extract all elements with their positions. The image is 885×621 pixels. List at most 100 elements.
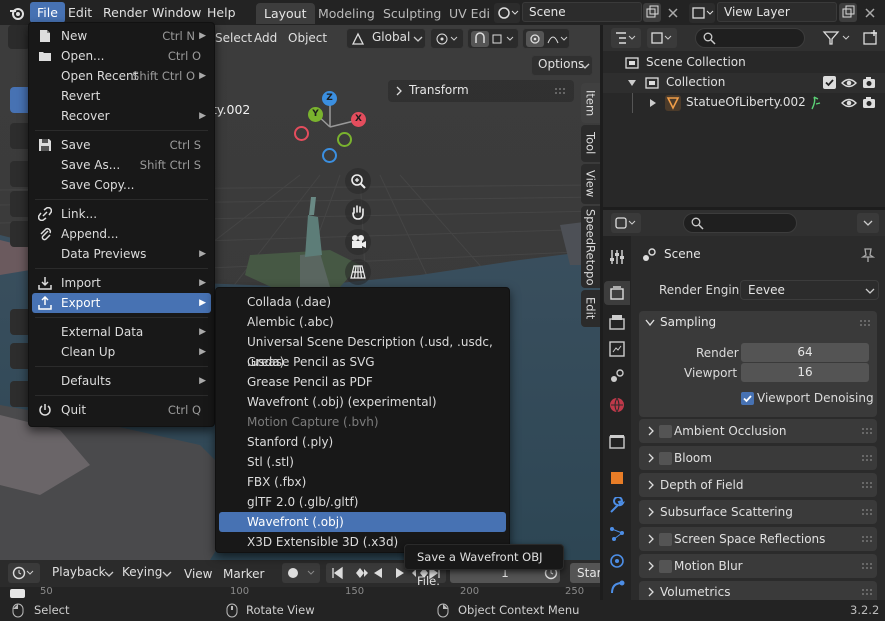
options-dropdown[interactable]: Options bbox=[531, 55, 593, 76]
menu-item-quit[interactable]: Quit Ctrl Q bbox=[32, 400, 211, 420]
expand-arrow-icon[interactable] bbox=[649, 98, 657, 108]
menu-item-external-data[interactable]: External Data ▶ bbox=[32, 322, 211, 342]
tab-modeling[interactable]: Modeling bbox=[310, 3, 383, 24]
menu-item-link[interactable]: Link... bbox=[32, 204, 211, 224]
viewport-samples-field[interactable]: 16 bbox=[741, 363, 869, 382]
menu-item-save-copy[interactable]: Save Copy... bbox=[32, 175, 211, 195]
playback-menu[interactable]: Playback bbox=[46, 563, 118, 583]
bloom-checkbox[interactable] bbox=[659, 452, 672, 465]
export-grease-pencil-pdf[interactable]: Grease Pencil as PDF bbox=[219, 372, 506, 392]
menu-edit[interactable]: Edit bbox=[61, 2, 99, 23]
sidebar-tab-item[interactable]: Item bbox=[581, 83, 600, 123]
view-layer-copy-icon[interactable] bbox=[839, 3, 857, 22]
export-fbx[interactable]: FBX (.fbx) bbox=[219, 472, 506, 492]
camera-icon[interactable] bbox=[345, 229, 371, 255]
keying-menu[interactable]: Keying bbox=[116, 563, 176, 583]
panel-bloom[interactable]: Bloom bbox=[639, 446, 877, 470]
ambient-occlusion-checkbox[interactable] bbox=[659, 425, 672, 438]
outliner-search-input[interactable] bbox=[695, 28, 805, 48]
export-stl[interactable]: Stl (.stl) bbox=[219, 452, 506, 472]
gizmo-y-axis[interactable]: Y bbox=[308, 107, 323, 122]
timeline-ruler[interactable]: 50 100 150 200 250 bbox=[0, 586, 600, 600]
physics-icon[interactable] bbox=[608, 552, 626, 570]
drag-handle-icon[interactable] bbox=[861, 562, 873, 570]
scene-browse-button[interactable] bbox=[494, 3, 520, 23]
transform-orientation-dropdown[interactable]: Global bbox=[346, 28, 426, 49]
menu-item-clean-up[interactable]: Clean Up ▶ bbox=[32, 342, 211, 362]
proportional-editing-toggle[interactable] bbox=[522, 28, 570, 49]
object-properties-icon[interactable] bbox=[608, 469, 626, 487]
scene-close-icon[interactable] bbox=[664, 3, 682, 22]
menu-item-open-recent[interactable]: Open Recent Shift Ctrl O ▶ bbox=[32, 66, 211, 86]
sidebar-tab-speedretopo[interactable]: SpeedRetopo bbox=[581, 206, 600, 288]
pin-icon[interactable] bbox=[861, 247, 875, 263]
timeline-marker-menu[interactable]: Marker bbox=[218, 565, 269, 584]
timeline-editor-type-button[interactable] bbox=[8, 563, 40, 583]
menu-item-defaults[interactable]: Defaults ▶ bbox=[32, 371, 211, 391]
view-layer-name-field[interactable]: View Layer bbox=[717, 2, 837, 22]
scene-properties-icon[interactable] bbox=[608, 367, 626, 385]
menu-item-import[interactable]: Import ▶ bbox=[32, 273, 211, 293]
outliner-row-statue[interactable]: StatueOfLiberty.002 bbox=[603, 93, 885, 113]
add-menu[interactable]: Add bbox=[249, 29, 282, 48]
menu-item-recover[interactable]: Recover ▶ bbox=[32, 106, 211, 126]
export-usd[interactable]: Universal Scene Description (.usd, .usdc… bbox=[219, 332, 506, 369]
gizmo-neg-x-axis[interactable] bbox=[294, 126, 309, 141]
panel-ambient-occlusion[interactable]: Ambient Occlusion bbox=[639, 419, 877, 443]
modifier-wrench-icon[interactable] bbox=[608, 497, 626, 515]
panel-depth-of-field[interactable]: Depth of Field bbox=[639, 473, 877, 497]
menu-item-save-as[interactable]: Save As... Shift Ctrl S bbox=[32, 155, 211, 175]
collection-properties-icon[interactable] bbox=[608, 433, 626, 451]
drag-handle-icon[interactable] bbox=[859, 319, 871, 327]
modifier-wrench-icon[interactable] bbox=[809, 95, 823, 111]
export-alembic[interactable]: Alembic (.abc) bbox=[219, 312, 506, 332]
sampling-panel-header[interactable]: Sampling bbox=[639, 311, 877, 335]
render-samples-field[interactable]: 64 bbox=[741, 343, 869, 362]
blender-logo-icon[interactable] bbox=[8, 4, 26, 22]
properties-options-button[interactable] bbox=[857, 213, 879, 233]
drag-handle-icon[interactable] bbox=[861, 535, 873, 543]
properties-editor-type-button[interactable] bbox=[611, 213, 641, 233]
export-stanford[interactable]: Stanford (.ply) bbox=[219, 432, 506, 452]
outliner-row-collection[interactable]: Collection bbox=[603, 73, 885, 93]
output-properties-icon[interactable] bbox=[608, 313, 626, 331]
drag-handle-icon[interactable] bbox=[554, 87, 566, 95]
panel-screen-space-reflections[interactable]: Screen Space Reflections bbox=[639, 527, 877, 551]
export-grease-pencil-svg[interactable]: Grease Pencil as SVG bbox=[219, 352, 506, 372]
exclude-checkbox[interactable] bbox=[823, 76, 836, 89]
export-wavefront-experimental[interactable]: Wavefront (.obj) (experimental) bbox=[219, 392, 506, 412]
menu-item-append[interactable]: Append... bbox=[32, 224, 211, 244]
sidebar-tab-view[interactable]: View bbox=[581, 164, 600, 204]
editor-type-button[interactable] bbox=[8, 25, 30, 49]
outliner-editor-type-button[interactable] bbox=[611, 28, 641, 48]
gizmo-z-axis[interactable]: Z bbox=[322, 91, 337, 106]
render-camera-icon[interactable] bbox=[862, 96, 876, 110]
drag-handle-icon[interactable] bbox=[861, 454, 873, 462]
view-layer-browse-button[interactable] bbox=[689, 3, 715, 23]
drag-handle-icon[interactable] bbox=[861, 427, 873, 435]
render-engine-dropdown[interactable]: Eevee bbox=[740, 280, 879, 300]
filter-icon[interactable] bbox=[821, 28, 855, 48]
screen-space-reflections-checkbox[interactable] bbox=[659, 533, 672, 546]
pivot-point-dropdown[interactable] bbox=[430, 28, 464, 49]
start-frame-field[interactable]: Star bbox=[570, 563, 600, 583]
eye-icon[interactable] bbox=[841, 96, 857, 110]
menu-item-save[interactable]: Save Ctrl S bbox=[32, 135, 211, 155]
snapping-toggle[interactable] bbox=[467, 28, 519, 49]
panel-volumetrics[interactable]: Volumetrics bbox=[639, 581, 877, 600]
export-wavefront[interactable]: Wavefront (.obj) bbox=[219, 512, 506, 532]
render-camera-icon[interactable] bbox=[862, 76, 876, 90]
drag-handle-icon[interactable] bbox=[861, 481, 873, 489]
menu-window[interactable]: Window bbox=[145, 2, 208, 23]
navigation-gizmo[interactable]: Z Y X bbox=[290, 87, 370, 167]
drag-handle-icon[interactable] bbox=[861, 508, 873, 516]
display-mode-button[interactable] bbox=[647, 28, 677, 48]
menu-file[interactable]: File bbox=[30, 2, 65, 23]
sidebar-tab-tool[interactable]: Tool bbox=[581, 125, 600, 162]
panel-motion-blur[interactable]: Motion Blur bbox=[639, 554, 877, 578]
tool-settings-icon[interactable] bbox=[608, 248, 626, 266]
scene-name-field[interactable]: Scene bbox=[522, 2, 642, 22]
expand-arrow-icon[interactable] bbox=[627, 79, 637, 87]
menu-item-open[interactable]: Open... Ctrl O bbox=[32, 46, 211, 66]
menu-item-export[interactable]: Export ▶ bbox=[32, 293, 211, 313]
